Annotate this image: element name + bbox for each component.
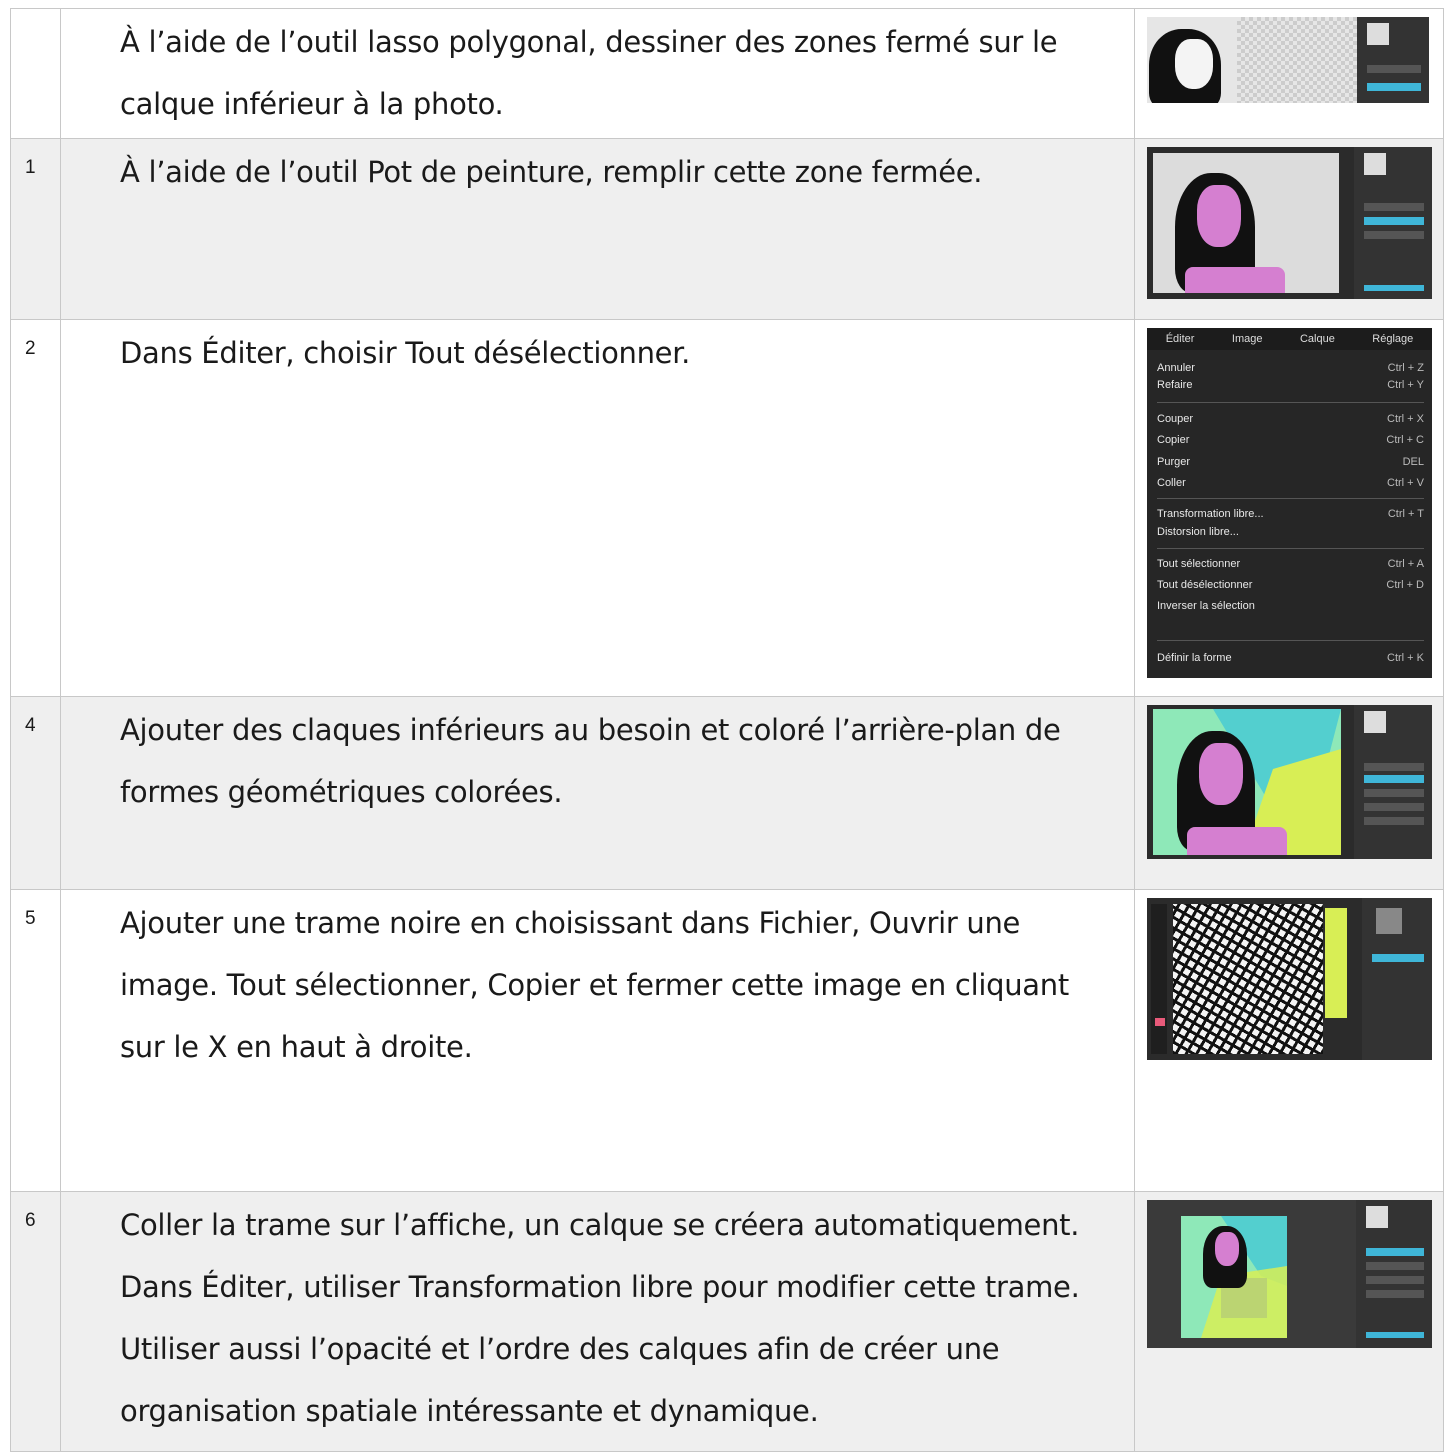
step-number: 1 xyxy=(10,138,61,320)
step-number: 2 xyxy=(10,319,61,697)
menu-header[interactable]: Éditer xyxy=(1166,333,1195,345)
step-row: 1 À l’aide de l’outil Pot de peinture, r… xyxy=(10,138,1444,320)
final-poster-screenshot xyxy=(1147,1200,1432,1348)
step-text: Ajouter une trame noire en choisissant d… xyxy=(60,889,1135,1192)
portrait-face xyxy=(1215,1232,1239,1266)
step-screenshot-cell xyxy=(1134,1191,1444,1452)
pattern-screenshot xyxy=(1147,898,1432,1060)
step-number: 6 xyxy=(10,1191,61,1452)
lasso-screenshot xyxy=(1147,17,1429,103)
step-row: 5 Ajouter une trame noire en choisissant… xyxy=(10,889,1444,1192)
step-number: 5 xyxy=(10,889,61,1192)
menu-item[interactable]: Transformation libre... Ctrl + T xyxy=(1157,508,1424,520)
layers-panel xyxy=(1354,147,1432,299)
step-row: 4 Ajouter des claques inférieurs au beso… xyxy=(10,696,1444,890)
menu-item[interactable]: Couper Ctrl + X xyxy=(1157,413,1424,425)
menu-item[interactable]: Refaire Ctrl + Y xyxy=(1157,379,1424,391)
step-number: 4 xyxy=(10,696,61,890)
step-text: Dans Éditer, choisir Tout désélectionner… xyxy=(60,319,1135,697)
menu-item[interactable]: Définir la forme Ctrl + K xyxy=(1157,652,1424,664)
menu-header[interactable]: Calque xyxy=(1300,333,1335,345)
colored-background-screenshot xyxy=(1147,705,1432,859)
portrait-face xyxy=(1199,743,1243,805)
menu-item[interactable]: Coller Ctrl + V xyxy=(1157,477,1424,489)
layers-panel xyxy=(1356,1200,1432,1348)
paint-bucket-screenshot xyxy=(1147,147,1432,299)
step-text: Ajouter des claques inférieurs au besoin… xyxy=(60,696,1135,890)
menu-item[interactable]: Purger DEL xyxy=(1157,456,1424,468)
menu-header[interactable]: Réglage xyxy=(1372,333,1413,345)
edit-menu-screenshot: Éditer Image Calque Réglage Annuler Ctrl … xyxy=(1147,328,1432,678)
menu-item[interactable]: Tout sélectionner Ctrl + A xyxy=(1157,558,1424,570)
menu-item[interactable]: Copier Ctrl + C xyxy=(1157,434,1424,446)
black-pattern xyxy=(1173,904,1323,1054)
step-row: À l’aide de l’outil lasso polygonal, des… xyxy=(10,8,1444,139)
steps-table: À l’aide de l’outil lasso polygonal, des… xyxy=(10,8,1444,1452)
step-number xyxy=(10,8,61,139)
portrait-face xyxy=(1197,185,1241,247)
step-screenshot-cell xyxy=(1134,138,1444,320)
portrait-face xyxy=(1175,39,1213,89)
step-row: 6 Coller la trame sur l’affiche, un calq… xyxy=(10,1191,1444,1452)
menu-bar: Éditer Image Calque Réglage xyxy=(1147,328,1432,350)
layers-panel xyxy=(1357,17,1429,103)
step-screenshot-cell xyxy=(1134,889,1444,1192)
menu-item[interactable]: Annuler Ctrl + Z xyxy=(1157,362,1424,374)
step-text: Coller la trame sur l’affiche, un calque… xyxy=(60,1191,1135,1452)
menu-item[interactable]: Tout désélectionner Ctrl + D xyxy=(1157,579,1424,591)
menu-item[interactable]: Distorsion libre... xyxy=(1157,526,1424,538)
menu-item[interactable]: Inverser la sélection xyxy=(1157,600,1424,612)
step-screenshot-cell xyxy=(1134,696,1444,890)
layers-panel xyxy=(1362,898,1432,1060)
step-text: À l’aide de l’outil Pot de peinture, rem… xyxy=(60,138,1135,320)
layers-panel xyxy=(1354,705,1432,859)
step-text: À l’aide de l’outil lasso polygonal, des… xyxy=(60,8,1135,139)
step-screenshot-cell: Éditer Image Calque Réglage Annuler Ctrl … xyxy=(1134,319,1444,697)
step-row: 2 Dans Éditer, choisir Tout désélectionn… xyxy=(10,319,1444,697)
menu-header[interactable]: Image xyxy=(1232,333,1263,345)
step-screenshot-cell xyxy=(1134,8,1444,139)
